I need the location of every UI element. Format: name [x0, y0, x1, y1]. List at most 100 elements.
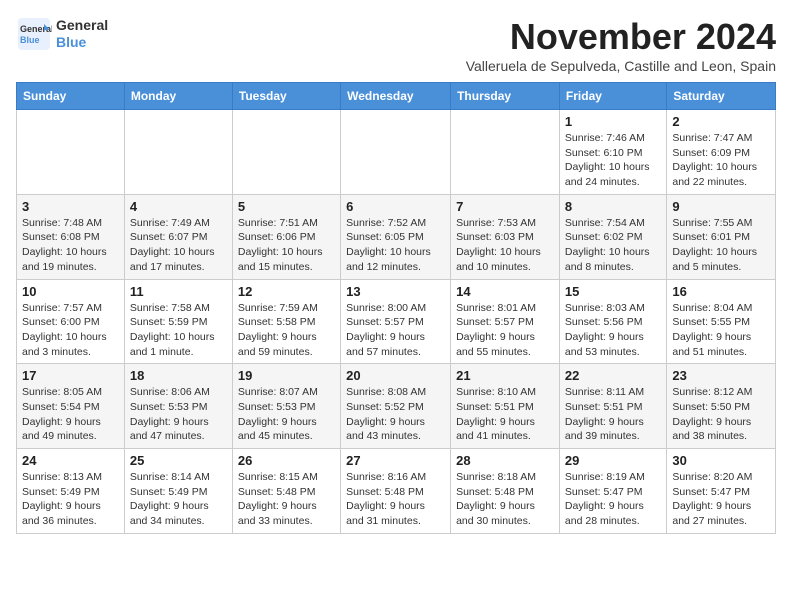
day-number: 18 [130, 368, 227, 383]
day-number: 30 [672, 453, 770, 468]
calendar-cell: 10 Sunrise: 7:57 AMSunset: 6:00 PMDayligh… [17, 279, 125, 364]
calendar-cell [17, 110, 125, 195]
calendar-cell [232, 110, 340, 195]
calendar-cell: 12 Sunrise: 7:59 AMSunset: 5:58 PMDayligh… [232, 279, 340, 364]
week-row-1: 1 Sunrise: 7:46 AMSunset: 6:10 PMDaylight… [17, 110, 776, 195]
calendar-cell: 16 Sunrise: 8:04 AMSunset: 5:55 PMDayligh… [667, 279, 776, 364]
day-number: 29 [565, 453, 661, 468]
day-number: 12 [238, 284, 335, 299]
calendar-cell [124, 110, 232, 195]
day-number: 15 [565, 284, 661, 299]
day-number: 6 [346, 199, 445, 214]
calendar-cell: 18 Sunrise: 8:06 AMSunset: 5:53 PMDayligh… [124, 364, 232, 449]
header-monday: Monday [124, 83, 232, 110]
calendar-cell: 14 Sunrise: 8:01 AMSunset: 5:57 PMDayligh… [451, 279, 560, 364]
calendar-cell: 13 Sunrise: 8:00 AMSunset: 5:57 PMDayligh… [341, 279, 451, 364]
day-number: 25 [130, 453, 227, 468]
day-number: 16 [672, 284, 770, 299]
day-info: Sunrise: 8:16 AMSunset: 5:48 PMDaylight:… [346, 470, 445, 529]
calendar-cell: 8 Sunrise: 7:54 AMSunset: 6:02 PMDaylight… [559, 194, 666, 279]
day-info: Sunrise: 7:59 AMSunset: 5:58 PMDaylight:… [238, 301, 335, 360]
day-number: 26 [238, 453, 335, 468]
week-row-4: 17 Sunrise: 8:05 AMSunset: 5:54 PMDayligh… [17, 364, 776, 449]
day-number: 10 [22, 284, 119, 299]
day-info: Sunrise: 8:19 AMSunset: 5:47 PMDaylight:… [565, 470, 661, 529]
day-number: 24 [22, 453, 119, 468]
general-blue-logo-icon: General Blue [16, 16, 52, 52]
day-info: Sunrise: 7:53 AMSunset: 6:03 PMDaylight:… [456, 216, 554, 275]
day-info: Sunrise: 7:46 AMSunset: 6:10 PMDaylight:… [565, 131, 661, 190]
day-number: 28 [456, 453, 554, 468]
calendar-cell: 15 Sunrise: 8:03 AMSunset: 5:56 PMDayligh… [559, 279, 666, 364]
header-wednesday: Wednesday [341, 83, 451, 110]
calendar-cell: 26 Sunrise: 8:15 AMSunset: 5:48 PMDayligh… [232, 449, 340, 534]
day-info: Sunrise: 8:11 AMSunset: 5:51 PMDaylight:… [565, 385, 661, 444]
day-info: Sunrise: 8:06 AMSunset: 5:53 PMDaylight:… [130, 385, 227, 444]
calendar-cell: 2 Sunrise: 7:47 AMSunset: 6:09 PMDaylight… [667, 110, 776, 195]
calendar-cell: 23 Sunrise: 8:12 AMSunset: 5:50 PMDayligh… [667, 364, 776, 449]
calendar-cell: 30Sunrise: 8:20 AMSunset: 5:47 PMDayligh… [667, 449, 776, 534]
day-info: Sunrise: 7:47 AMSunset: 6:09 PMDaylight:… [672, 131, 770, 190]
calendar-cell: 4Sunrise: 7:49 AMSunset: 6:07 PMDaylight… [124, 194, 232, 279]
day-info: Sunrise: 8:15 AMSunset: 5:48 PMDaylight:… [238, 470, 335, 529]
day-info: Sunrise: 8:01 AMSunset: 5:57 PMDaylight:… [456, 301, 554, 360]
day-info: Sunrise: 7:55 AMSunset: 6:01 PMDaylight:… [672, 216, 770, 275]
day-info: Sunrise: 7:49 AMSunset: 6:07 PMDaylight:… [130, 216, 227, 275]
calendar-cell: 17 Sunrise: 8:05 AMSunset: 5:54 PMDayligh… [17, 364, 125, 449]
day-info: Sunrise: 8:12 AMSunset: 5:50 PMDaylight:… [672, 385, 770, 444]
day-info: Sunrise: 8:03 AMSunset: 5:56 PMDaylight:… [565, 301, 661, 360]
week-row-3: 10 Sunrise: 7:57 AMSunset: 6:00 PMDayligh… [17, 279, 776, 364]
day-number: 19 [238, 368, 335, 383]
logo-line2: Blue [56, 34, 108, 51]
day-number: 17 [22, 368, 119, 383]
month-year-title: November 2024 [466, 16, 776, 58]
day-info: Sunrise: 8:04 AMSunset: 5:55 PMDaylight:… [672, 301, 770, 360]
day-info: Sunrise: 7:54 AMSunset: 6:02 PMDaylight:… [565, 216, 661, 275]
calendar-table: Sunday Monday Tuesday Wednesday Thursday… [16, 82, 776, 534]
day-info: Sunrise: 8:07 AMSunset: 5:53 PMDaylight:… [238, 385, 335, 444]
calendar-cell: 6 Sunrise: 7:52 AMSunset: 6:05 PMDaylight… [341, 194, 451, 279]
day-info: Sunrise: 8:14 AMSunset: 5:49 PMDaylight:… [130, 470, 227, 529]
day-number: 23 [672, 368, 770, 383]
day-number: 27 [346, 453, 445, 468]
location-subtitle: Valleruela de Sepulveda, Castille and Le… [466, 58, 776, 74]
calendar-cell: 3 Sunrise: 7:48 AMSunset: 6:08 PMDaylight… [17, 194, 125, 279]
header-friday: Friday [559, 83, 666, 110]
day-info: Sunrise: 7:57 AMSunset: 6:00 PMDaylight:… [22, 301, 119, 360]
header-sunday: Sunday [17, 83, 125, 110]
day-info: Sunrise: 7:52 AMSunset: 6:05 PMDaylight:… [346, 216, 445, 275]
week-row-5: 24 Sunrise: 8:13 AMSunset: 5:49 PMDayligh… [17, 449, 776, 534]
calendar-cell: 7 Sunrise: 7:53 AMSunset: 6:03 PMDaylight… [451, 194, 560, 279]
day-number: 22 [565, 368, 661, 383]
calendar-cell: 22 Sunrise: 8:11 AMSunset: 5:51 PMDayligh… [559, 364, 666, 449]
calendar-cell: 11 Sunrise: 7:58 AMSunset: 5:59 PMDayligh… [124, 279, 232, 364]
day-number: 1 [565, 114, 661, 129]
day-info: Sunrise: 8:18 AMSunset: 5:48 PMDaylight:… [456, 470, 554, 529]
calendar-cell: 25 Sunrise: 8:14 AMSunset: 5:49 PMDayligh… [124, 449, 232, 534]
calendar-cell: 29 Sunrise: 8:19 AMSunset: 5:47 PMDayligh… [559, 449, 666, 534]
day-number: 11 [130, 284, 227, 299]
calendar-cell: 21 Sunrise: 8:10 AMSunset: 5:51 PMDayligh… [451, 364, 560, 449]
day-info: Sunrise: 8:05 AMSunset: 5:54 PMDaylight:… [22, 385, 119, 444]
day-number: 3 [22, 199, 119, 214]
weekday-header-row: Sunday Monday Tuesday Wednesday Thursday… [17, 83, 776, 110]
day-info: Sunrise: 7:58 AMSunset: 5:59 PMDaylight:… [130, 301, 227, 360]
day-number: 2 [672, 114, 770, 129]
week-row-2: 3 Sunrise: 7:48 AMSunset: 6:08 PMDaylight… [17, 194, 776, 279]
calendar-cell: 9Sunrise: 7:55 AMSunset: 6:01 PMDaylight… [667, 194, 776, 279]
day-info: Sunrise: 8:00 AMSunset: 5:57 PMDaylight:… [346, 301, 445, 360]
day-number: 13 [346, 284, 445, 299]
day-number: 8 [565, 199, 661, 214]
day-info: Sunrise: 7:51 AMSunset: 6:06 PMDaylight:… [238, 216, 335, 275]
day-info: Sunrise: 8:13 AMSunset: 5:49 PMDaylight:… [22, 470, 119, 529]
day-number: 21 [456, 368, 554, 383]
day-info: Sunrise: 7:48 AMSunset: 6:08 PMDaylight:… [22, 216, 119, 275]
day-number: 14 [456, 284, 554, 299]
calendar-cell: 27 Sunrise: 8:16 AMSunset: 5:48 PMDayligh… [341, 449, 451, 534]
calendar-cell: 20Sunrise: 8:08 AMSunset: 5:52 PMDayligh… [341, 364, 451, 449]
calendar-cell [341, 110, 451, 195]
day-info: Sunrise: 8:10 AMSunset: 5:51 PMDaylight:… [456, 385, 554, 444]
day-number: 7 [456, 199, 554, 214]
title-section: November 2024 Valleruela de Sepulveda, C… [466, 16, 776, 74]
calendar-cell [451, 110, 560, 195]
